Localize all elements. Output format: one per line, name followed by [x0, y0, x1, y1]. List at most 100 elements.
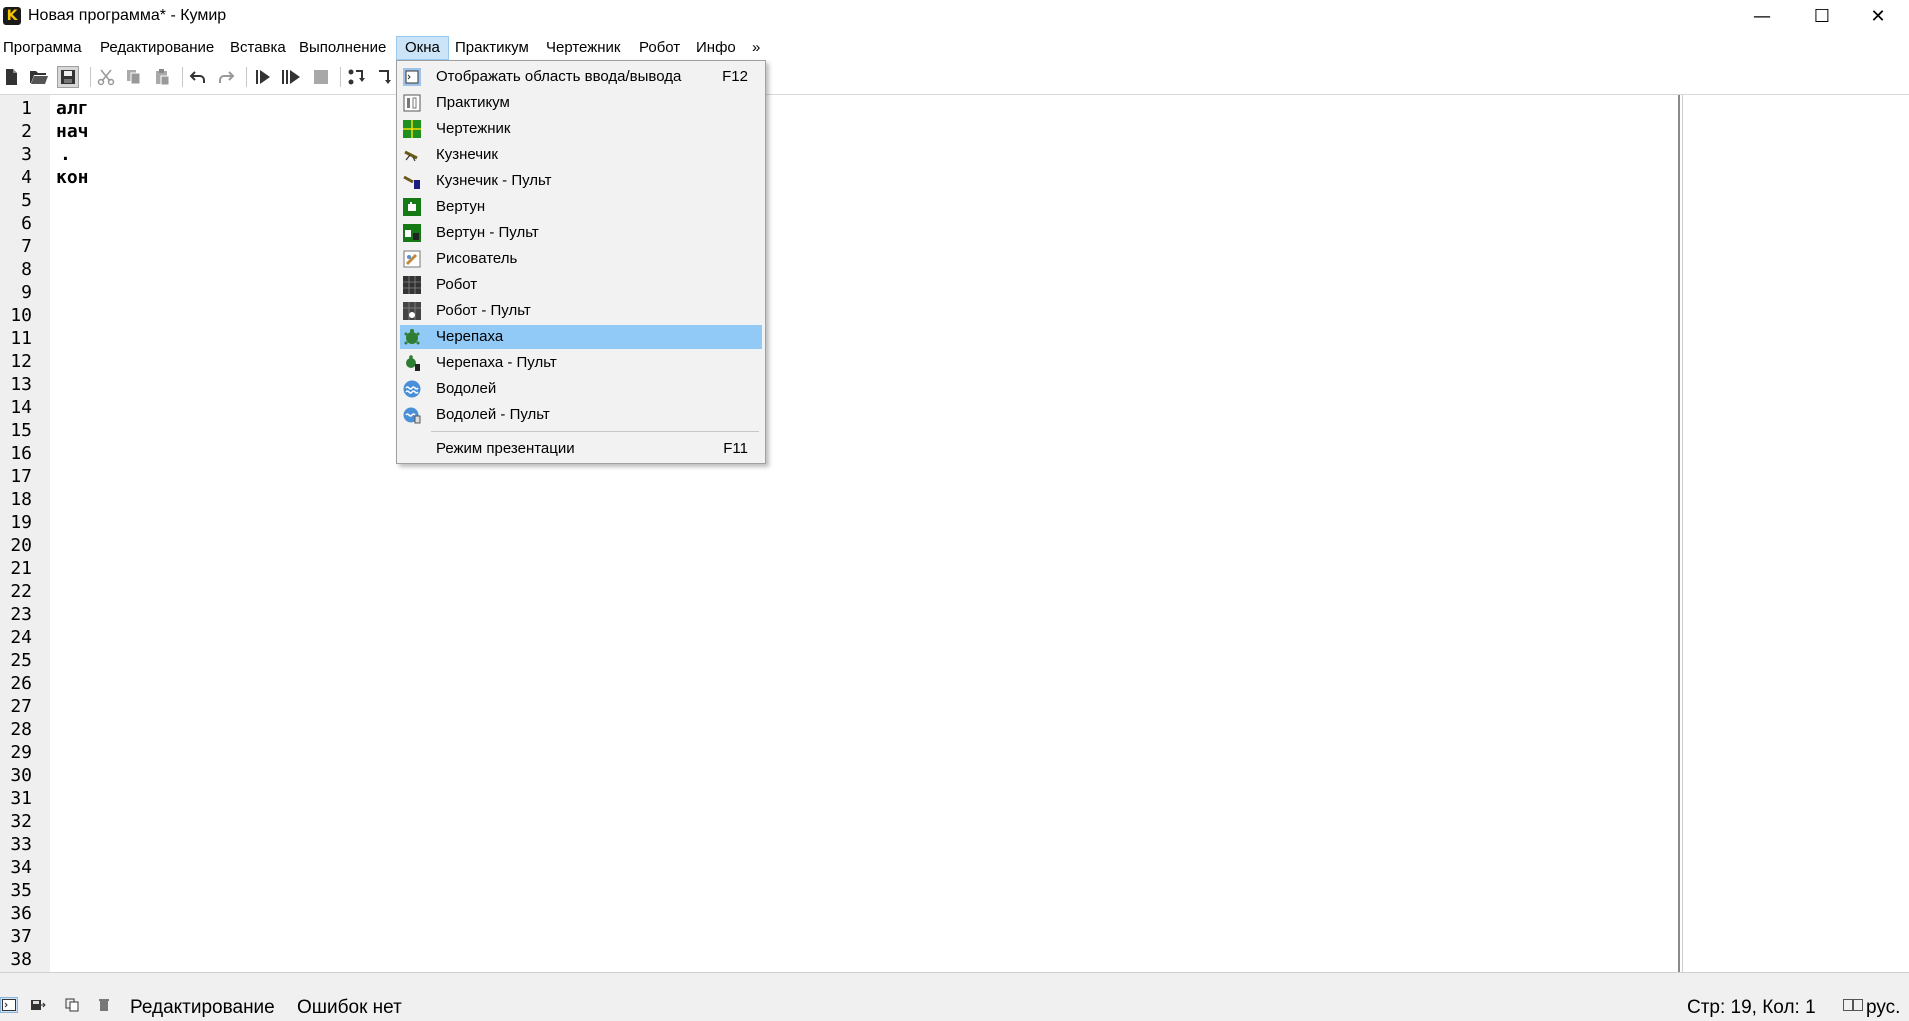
line-number: 2	[21, 121, 32, 142]
menu-item-label: Робот	[436, 276, 478, 293]
line-number: 38	[10, 949, 32, 970]
trash-icon	[99, 999, 109, 1011]
cursor-position: Стр: 19, Кол: 1	[1687, 997, 1816, 1018]
line-number: 33	[10, 834, 32, 855]
windows-menu-dropdown: Отображать область ввода/вывода F12 Прак…	[396, 60, 766, 464]
menu-item-aquarius-remote[interactable]: Водолей - Пульт	[400, 403, 762, 427]
paste-button[interactable]	[151, 66, 173, 88]
menu-item-practicum[interactable]: Практикум	[400, 91, 762, 115]
line-number: 37	[10, 926, 32, 947]
menu-item-turtle[interactable]: Черепаха	[400, 325, 762, 349]
line-number: 6	[21, 213, 32, 234]
status-bar: Редактирование Ошибок нет Стр: 19, Кол: …	[0, 990, 1909, 1021]
new-file-button[interactable]	[0, 66, 22, 88]
redo-icon	[219, 71, 235, 83]
save-output-icon	[31, 1000, 46, 1010]
clear-output-button[interactable]	[95, 997, 113, 1013]
code-line[interactable]: нач	[56, 121, 89, 142]
menu-item-grasshopper[interactable]: Кузнечик	[400, 143, 762, 167]
run-step-icon	[282, 70, 300, 84]
close-button[interactable]: ✕	[1850, 0, 1906, 32]
menu-program[interactable]: Программа	[0, 36, 90, 60]
line-number: 28	[10, 719, 32, 740]
save-output-button[interactable]	[29, 997, 47, 1013]
io-panel-toggle-button[interactable]	[0, 997, 18, 1013]
menu-item-label: Водолей - Пульт	[436, 406, 550, 423]
menu-item-draftsman[interactable]: Чертежник	[400, 117, 762, 141]
line-number: 31	[10, 788, 32, 809]
copy-output-icon	[65, 998, 79, 1012]
panel-splitter[interactable]	[0, 972, 1909, 991]
menu-item-vertun-remote[interactable]: Вертун - Пульт	[400, 221, 762, 245]
run-step-button[interactable]	[280, 66, 302, 88]
copy-button[interactable]	[123, 66, 145, 88]
line-number: 12	[10, 351, 32, 372]
line-number: 15	[10, 420, 32, 441]
stop-button[interactable]	[310, 66, 332, 88]
line-number: 30	[10, 765, 32, 786]
menu-more[interactable]: »	[744, 36, 768, 60]
toolbar-divider	[246, 67, 247, 87]
code-line[interactable]: .	[60, 144, 71, 165]
line-number: 13	[10, 374, 32, 395]
turtle-icon	[404, 329, 420, 345]
menu-item-grasshopper-remote[interactable]: Кузнечик - Пульт	[400, 169, 762, 193]
undo-button[interactable]	[187, 66, 209, 88]
menu-practicum[interactable]: Практикум	[447, 36, 537, 60]
minimize-button[interactable]: —	[1734, 0, 1790, 32]
cut-button[interactable]	[95, 66, 117, 88]
grasshopper-remote-icon	[403, 175, 420, 189]
vertun-remote-icon	[403, 224, 421, 242]
redo-button[interactable]	[215, 66, 237, 88]
toolbar-divider	[90, 67, 91, 87]
menu-info[interactable]: Инфо	[688, 36, 744, 60]
menu-edit[interactable]: Редактирование	[92, 36, 222, 60]
menu-item-io-panel[interactable]: Отображать область ввода/вывода F12	[400, 65, 762, 89]
menu-item-robot-remote[interactable]: Робот - Пульт	[400, 299, 762, 323]
menu-item-turtle-remote[interactable]: Черепаха - Пульт	[400, 351, 762, 375]
code-editor[interactable]: 1 2 3 4 5 6 7 8 9 10 11 12 13 14 15 16 1…	[0, 95, 1680, 972]
save-button[interactable]	[57, 66, 79, 88]
open-button[interactable]	[28, 66, 50, 88]
step-in-button[interactable]	[346, 66, 368, 88]
line-number: 36	[10, 903, 32, 924]
menu-item-aquarius[interactable]: Водолей	[400, 377, 762, 401]
shortcut-label: F12	[722, 68, 748, 85]
step-out-icon	[379, 70, 391, 84]
language-indicator: рус.	[1866, 997, 1901, 1018]
copy-icon	[127, 70, 141, 85]
line-number: 32	[10, 811, 32, 832]
code-line[interactable]: алг	[56, 98, 89, 119]
copy-output-button[interactable]	[64, 997, 82, 1013]
menu-run[interactable]: Выполнение	[291, 36, 394, 60]
menu-windows[interactable]: Окна	[396, 36, 449, 60]
line-number: 26	[10, 673, 32, 694]
kumir-logo-icon: K	[3, 7, 21, 25]
menu-robot[interactable]: Робот	[631, 36, 688, 60]
menu-item-painter[interactable]: Рисователь	[400, 247, 762, 271]
line-number: 27	[10, 696, 32, 717]
line-number: 18	[10, 489, 32, 510]
line-number: 14	[10, 397, 32, 418]
code-line[interactable]: кон	[56, 167, 89, 188]
maximize-button[interactable]: ☐	[1794, 0, 1850, 32]
menu-item-vertun[interactable]: Вертун	[400, 195, 762, 219]
menu-draftsman[interactable]: Чертежник	[538, 36, 629, 60]
run-button[interactable]	[252, 66, 274, 88]
menu-item-robot[interactable]: Робот	[400, 273, 762, 297]
undo-icon	[189, 71, 205, 83]
cut-icon	[97, 69, 115, 86]
menu-item-label: Черепаха	[436, 328, 504, 345]
menu-bar: Программа Редактирование Вставка Выполне…	[0, 36, 1909, 60]
menu-item-presentation-mode[interactable]: Режим презентации F11	[400, 437, 762, 461]
menu-item-label: Робот - Пульт	[436, 302, 531, 319]
io-panel-icon	[403, 68, 421, 86]
line-number: 9	[21, 282, 32, 303]
menu-insert[interactable]: Вставка	[222, 36, 294, 60]
step-out-button[interactable]	[374, 66, 396, 88]
menu-item-label: Вертун	[436, 198, 486, 215]
line-number: 25	[10, 650, 32, 671]
window-title: Новая программа* - Кумир	[28, 7, 227, 24]
open-folder-icon	[30, 71, 48, 84]
console-icon	[2, 999, 16, 1011]
